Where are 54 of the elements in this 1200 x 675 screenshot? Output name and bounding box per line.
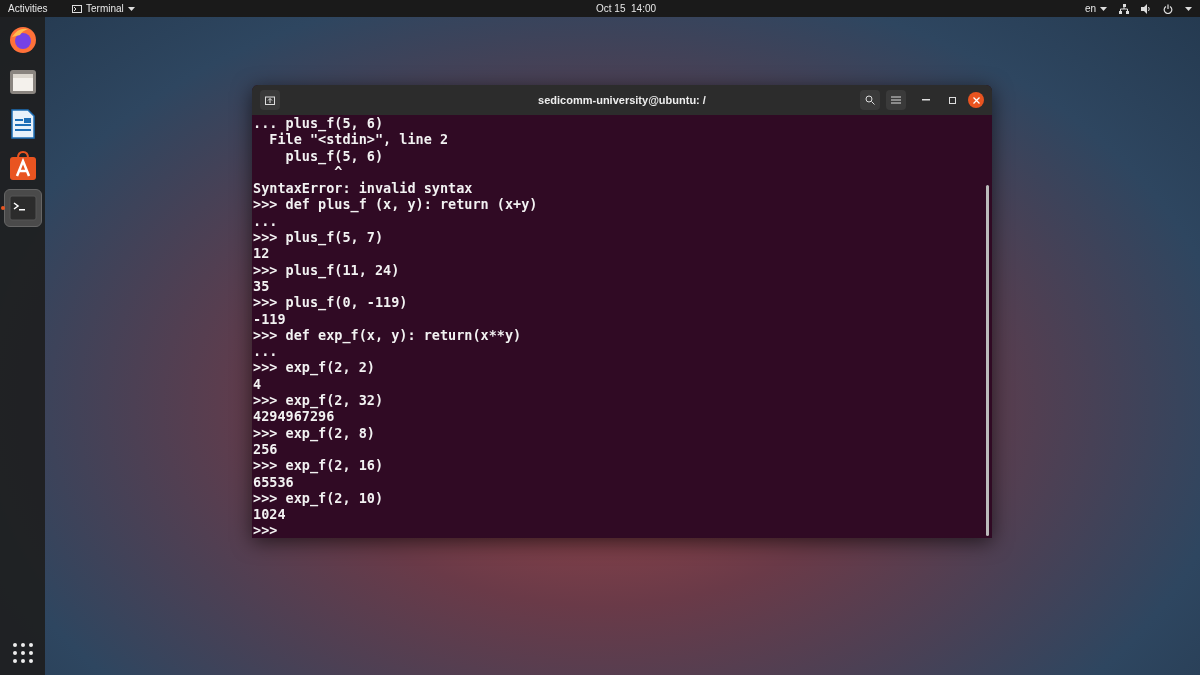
new-tab-icon	[265, 95, 275, 105]
terminal-line: 35	[253, 277, 270, 295]
document-icon	[10, 109, 35, 139]
network-icon[interactable]	[1119, 3, 1129, 14]
new-tab-button[interactable]	[260, 90, 280, 110]
terminal-line: >>> exp_f(2, 16)	[253, 457, 384, 474]
maximize-icon	[948, 96, 956, 104]
shopping-bag-icon	[8, 151, 37, 181]
terminal-line: >>> exp_f(2, 8)	[253, 424, 375, 441]
grid-icon	[12, 643, 33, 663]
caret-icon	[1100, 6, 1107, 11]
terminal-icon	[8, 195, 37, 221]
terminal-line: 12	[253, 245, 270, 262]
caret-icon	[1185, 6, 1192, 11]
terminal-line: >>>	[253, 522, 278, 538]
terminal-line: >>> plus_f(0, -119)	[253, 294, 408, 311]
app-menu[interactable]: Terminal	[72, 1, 135, 16]
close-button[interactable]	[968, 92, 984, 108]
terminal-line: 1024	[253, 506, 286, 523]
close-icon	[972, 96, 980, 104]
terminal-line: >>> plus_f(11, 24)	[253, 261, 400, 278]
terminal-line: >>> def plus_f (x, y): return (x+y)	[253, 196, 538, 213]
caret-icon	[127, 6, 135, 11]
terminal-line: >>> exp_f(2, 32)	[253, 392, 384, 409]
clock[interactable]: Oct 15 14:00	[596, 1, 657, 16]
power-icon[interactable]	[1163, 3, 1173, 14]
terminal-line: 4	[253, 375, 262, 393]
menu-icon	[891, 96, 901, 104]
terminal-line: >>> plus_f(5, 7)	[253, 229, 384, 246]
terminal-line: -119	[253, 310, 286, 327]
terminal-line: 4294967296	[253, 408, 335, 425]
activities-button[interactable]: Activities	[8, 1, 68, 16]
terminal-line: SyntaxError: invalid syntax	[253, 180, 473, 197]
menu-button[interactable]	[886, 90, 906, 110]
terminal-line: ... plus_f(5, 6)	[253, 115, 384, 132]
terminal-line: ...	[253, 343, 278, 360]
terminal-icon	[72, 4, 82, 13]
terminal-line: >>> def exp_f(x, y): return(x**y)	[253, 326, 522, 344]
search-icon	[865, 95, 875, 105]
volume-icon[interactable]	[1141, 3, 1151, 14]
terminal-line: 256	[253, 440, 278, 458]
app-grid-button[interactable]	[10, 641, 35, 665]
folder-icon	[8, 69, 37, 95]
language-menu[interactable]: en	[1084, 1, 1107, 16]
terminal-line: ^	[334, 163, 343, 181]
terminal-line: >>> exp_f(2, 10)	[253, 489, 384, 507]
terminal-line: 65536	[253, 473, 294, 490]
window-title: sedicomm-university@ubuntu: /	[538, 92, 706, 108]
minimize-icon	[922, 99, 930, 101]
search-button[interactable]	[860, 90, 880, 110]
terminal-line: ...	[253, 212, 278, 230]
terminal-line: plus_f(5, 6)	[284, 147, 384, 164]
terminal-line: >>> exp_f(2, 2)	[253, 359, 375, 376]
terminal-line: File "<stdin>", line 2	[268, 131, 449, 148]
